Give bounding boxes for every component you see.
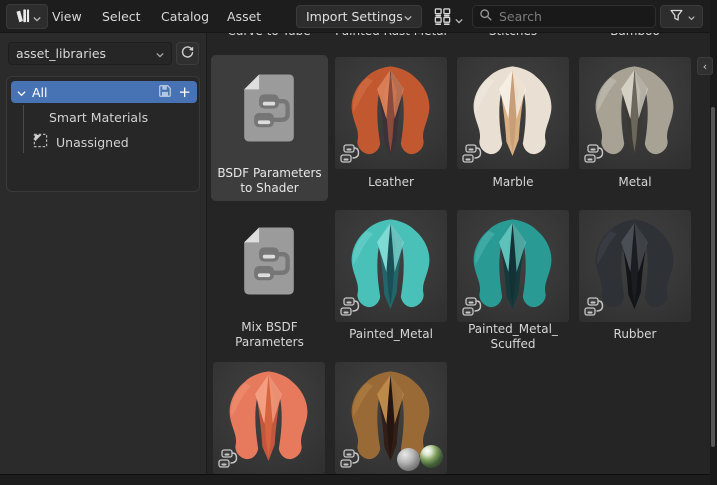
sidebar-collapse-button[interactable]: ‹: [697, 57, 713, 75]
import-settings-dropdown[interactable]: Import Settings: [296, 5, 422, 28]
editor-type-dropdown[interactable]: [6, 4, 48, 29]
asset-label: Painted_Metal_: [452, 322, 574, 337]
node-group-icon: [238, 215, 300, 307]
add-catalog-icon[interactable]: +: [178, 85, 191, 100]
asset-label: Painted_Metal: [330, 327, 452, 342]
asset-item-painted-metal[interactable]: [335, 210, 447, 322]
asset-label-clipped: Painted Rust Metal: [330, 33, 452, 39]
filter-funnel-icon: [669, 8, 684, 25]
catalog-tree-panel: All + Smart Materials Unassigned: [6, 76, 200, 192]
filter-dropdown[interactable]: [660, 5, 703, 28]
catalog-label: All: [32, 85, 152, 100]
asset-grid[interactable]: Curve to Tube Painted Rust Metal Stitche…: [207, 33, 710, 474]
display-mode-dropdown[interactable]: [433, 7, 463, 30]
asset-item-painted-metal-scuffed[interactable]: [457, 210, 569, 322]
menu-view[interactable]: View: [46, 0, 88, 33]
catalog-item-smart-materials[interactable]: Smart Materials: [7, 106, 201, 128]
asset-item-rubber[interactable]: [579, 210, 691, 322]
editor-bottom-edge: [0, 474, 717, 485]
menu-catalog[interactable]: Catalog: [155, 0, 215, 33]
save-icon[interactable]: [158, 84, 172, 101]
asset-label: Parameters: [209, 335, 331, 350]
nodegroup-badge-icon: [583, 296, 605, 318]
chevron-down-icon: [17, 85, 26, 100]
asset-browser-icon: [14, 7, 31, 27]
asset-label: Metal: [574, 175, 696, 190]
asset-label: to Shader: [209, 181, 331, 196]
chevron-left-icon: ‹: [703, 61, 707, 72]
asset-item-marble[interactable]: [457, 57, 569, 169]
nodegroup-badge-icon: [217, 448, 239, 470]
menu-select[interactable]: Select: [96, 0, 147, 33]
nodegroup-badge-icon: [339, 143, 361, 165]
asset-item-unlabeled-brown[interactable]: [335, 362, 447, 474]
nodegroup-badge-icon: [583, 143, 605, 165]
asset-label-clipped: Curve to Tube: [208, 33, 330, 39]
nodegroup-badge-icon: [461, 296, 483, 318]
asset-label: Mix BSDF: [209, 320, 331, 335]
asset-label: Marble: [452, 175, 574, 190]
catalog-label: Unassigned: [56, 135, 129, 150]
refresh-library-button[interactable]: [176, 42, 199, 65]
asset-item-bsdf-parameters-to-shader[interactable]: BSDF Parameters to Shader: [211, 55, 328, 201]
grid-display-icon: [433, 7, 452, 30]
chevron-down-icon: [404, 9, 412, 24]
asset-item-metal[interactable]: [579, 57, 691, 169]
catalog-item-unassigned[interactable]: Unassigned: [7, 131, 201, 153]
chevron-down-icon: [156, 46, 164, 61]
catalog-label: Smart Materials: [49, 110, 148, 125]
asset-label: Scuffed: [452, 337, 574, 352]
node-group-icon: [238, 62, 300, 154]
import-settings-label: Import Settings: [306, 9, 403, 24]
chevron-down-icon: [688, 9, 695, 24]
menu-asset[interactable]: Asset: [221, 0, 267, 33]
catalog-item-all[interactable]: All +: [11, 81, 197, 103]
asset-label-clipped: Bamboo: [574, 33, 696, 39]
search-field[interactable]: [472, 5, 656, 28]
nodegroup-badge-icon: [339, 296, 361, 318]
material-sphere-icon: [397, 448, 420, 471]
asset-label: Leather: [330, 175, 452, 190]
chevron-down-icon: [455, 9, 463, 28]
nodegroup-badge-icon: [339, 448, 361, 470]
chevron-down-icon: [33, 7, 41, 26]
asset-item-unlabeled-salmon[interactable]: [213, 362, 325, 474]
asset-label-clipped: Stitches: [452, 33, 574, 39]
asset-item-mix-bsdf-parameters[interactable]: Mix BSDF Parameters: [211, 208, 328, 354]
asset-browser-header: View Select Catalog Asset Import Setting…: [0, 0, 710, 33]
search-icon: [479, 7, 493, 26]
refresh-icon: [180, 44, 195, 63]
unassigned-icon: [33, 133, 48, 151]
vertical-scrollbar[interactable]: [711, 107, 715, 447]
asset-label: BSDF Parameters: [209, 166, 331, 181]
textured-sphere-icon: [420, 445, 443, 468]
library-selector[interactable]: asset_libraries: [8, 42, 172, 65]
nodegroup-badge-icon: [461, 143, 483, 165]
search-input[interactable]: [499, 9, 629, 24]
library-selector-value: asset_libraries: [16, 46, 106, 61]
asset-item-leather[interactable]: [335, 57, 447, 169]
asset-library-sidebar: asset_libraries All +: [0, 33, 207, 474]
asset-label: Rubber: [574, 327, 696, 342]
